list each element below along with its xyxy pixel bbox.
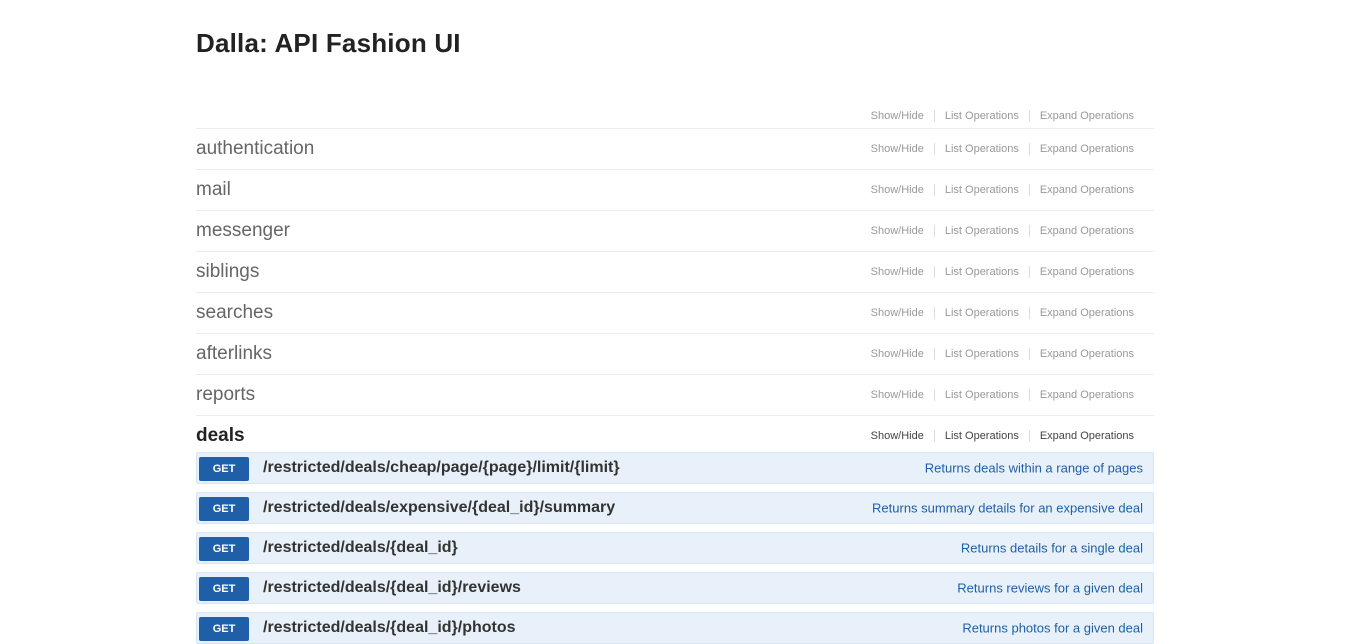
resource-messenger[interactable]: messenger Show/Hide List Operations Expa…: [196, 210, 1154, 252]
resource-name[interactable]: deals: [196, 425, 245, 447]
list-operations-link[interactable]: List Operations: [933, 142, 1029, 155]
operation-description[interactable]: Returns reviews for a given deal: [957, 581, 1143, 596]
resource-operations: Show/Hide List Operations Expand Operati…: [861, 142, 1144, 155]
list-operations-link[interactable]: List Operations: [933, 388, 1029, 401]
expand-operations-link[interactable]: Expand Operations: [1028, 306, 1144, 319]
resource-operations: Show/Hide List Operations Expand Operati…: [861, 265, 1144, 278]
expand-operations-link[interactable]: Expand Operations: [1028, 224, 1144, 237]
resource-authentication[interactable]: authentication Show/Hide List Operations…: [196, 128, 1154, 170]
resource-operations: Show/Hide List Operations Expand Operati…: [861, 110, 1144, 122]
page-title: Dalla: API Fashion UI: [196, 28, 461, 58]
list-operations-link[interactable]: List Operations: [933, 183, 1029, 196]
list-operations-link[interactable]: List Operations: [933, 306, 1029, 319]
show-hide-link[interactable]: Show/Hide: [861, 110, 934, 122]
operation-path[interactable]: /restricted/deals/{deal_id}/reviews: [263, 579, 521, 597]
resource-operations: Show/Hide List Operations Expand Operati…: [861, 429, 1144, 442]
expand-operations-link[interactable]: Expand Operations: [1028, 347, 1144, 360]
resource-operations: Show/Hide List Operations Expand Operati…: [861, 224, 1144, 237]
show-hide-link[interactable]: Show/Hide: [861, 143, 934, 155]
http-method-badge[interactable]: GET: [199, 617, 249, 641]
show-hide-link[interactable]: Show/Hide: [861, 430, 934, 442]
http-method-badge[interactable]: GET: [199, 457, 249, 481]
expand-operations-link[interactable]: Expand Operations: [1028, 110, 1144, 122]
operation-path[interactable]: /restricted/deals/expensive/{deal_id}/su…: [263, 499, 615, 517]
expand-operations-link[interactable]: Expand Operations: [1028, 142, 1144, 155]
resource-searches[interactable]: searches Show/Hide List Operations Expan…: [196, 292, 1154, 334]
resource-deals[interactable]: deals Show/Hide List Operations Expand O…: [196, 415, 1154, 457]
show-hide-link[interactable]: Show/Hide: [861, 225, 934, 237]
show-hide-link[interactable]: Show/Hide: [861, 307, 934, 319]
resource-name[interactable]: afterlinks: [196, 343, 272, 365]
resource-name[interactable]: reports: [196, 384, 255, 406]
resource-siblings[interactable]: siblings Show/Hide List Operations Expan…: [196, 251, 1154, 293]
expand-operations-link[interactable]: Expand Operations: [1028, 388, 1144, 401]
http-method-badge[interactable]: GET: [199, 537, 249, 561]
resource-name[interactable]: siblings: [196, 261, 259, 283]
show-hide-link[interactable]: Show/Hide: [861, 266, 934, 278]
http-method-badge[interactable]: GET: [199, 497, 249, 521]
resource-mail[interactable]: mail Show/Hide List Operations Expand Op…: [196, 169, 1154, 211]
resource-operations: Show/Hide List Operations Expand Operati…: [861, 347, 1144, 360]
operation-description[interactable]: Returns details for a single deal: [961, 541, 1143, 556]
operation-description[interactable]: Returns photos for a given deal: [962, 621, 1143, 636]
expand-operations-link[interactable]: Expand Operations: [1028, 183, 1144, 196]
http-method-badge[interactable]: GET: [199, 577, 249, 601]
expand-operations-link[interactable]: Expand Operations: [1028, 429, 1144, 442]
list-operations-link[interactable]: List Operations: [933, 429, 1029, 442]
operation-row[interactable]: GET /restricted/deals/{deal_id}/reviews …: [196, 572, 1154, 604]
resource-name[interactable]: mail: [196, 179, 231, 201]
operation-row[interactable]: GET /restricted/deals/expensive/{deal_id…: [196, 492, 1154, 524]
resource-name[interactable]: authentication: [196, 138, 314, 160]
operation-row[interactable]: GET /restricted/deals/cheap/page/{page}/…: [196, 452, 1154, 484]
operation-row[interactable]: GET /restricted/deals/{deal_id} Returns …: [196, 532, 1154, 564]
resource-operations: Show/Hide List Operations Expand Operati…: [861, 306, 1144, 319]
resource-name[interactable]: messenger: [196, 220, 290, 242]
show-hide-link[interactable]: Show/Hide: [861, 389, 934, 401]
expand-operations-link[interactable]: Expand Operations: [1028, 265, 1144, 278]
operation-row[interactable]: GET /restricted/deals/{deal_id}/photos R…: [196, 612, 1154, 644]
operation-path[interactable]: /restricted/deals/cheap/page/{page}/limi…: [263, 459, 620, 477]
resource-name[interactable]: searches: [196, 302, 273, 324]
list-operations-link[interactable]: List Operations: [933, 224, 1029, 237]
list-operations-link[interactable]: List Operations: [933, 347, 1029, 360]
resource-header-row: Show/Hide List Operations Expand Operati…: [196, 104, 1154, 129]
operation-path[interactable]: /restricted/deals/{deal_id}/photos: [263, 619, 516, 637]
resource-afterlinks[interactable]: afterlinks Show/Hide List Operations Exp…: [196, 333, 1154, 375]
show-hide-link[interactable]: Show/Hide: [861, 184, 934, 196]
resource-reports[interactable]: reports Show/Hide List Operations Expand…: [196, 374, 1154, 416]
operation-path[interactable]: /restricted/deals/{deal_id}: [263, 539, 458, 557]
resource-operations: Show/Hide List Operations Expand Operati…: [861, 388, 1144, 401]
resource-operations: Show/Hide List Operations Expand Operati…: [861, 183, 1144, 196]
list-operations-link[interactable]: List Operations: [933, 265, 1029, 278]
list-operations-link[interactable]: List Operations: [933, 110, 1029, 122]
operation-description[interactable]: Returns deals within a range of pages: [925, 461, 1143, 476]
show-hide-link[interactable]: Show/Hide: [861, 348, 934, 360]
operation-description[interactable]: Returns summary details for an expensive…: [872, 501, 1143, 516]
